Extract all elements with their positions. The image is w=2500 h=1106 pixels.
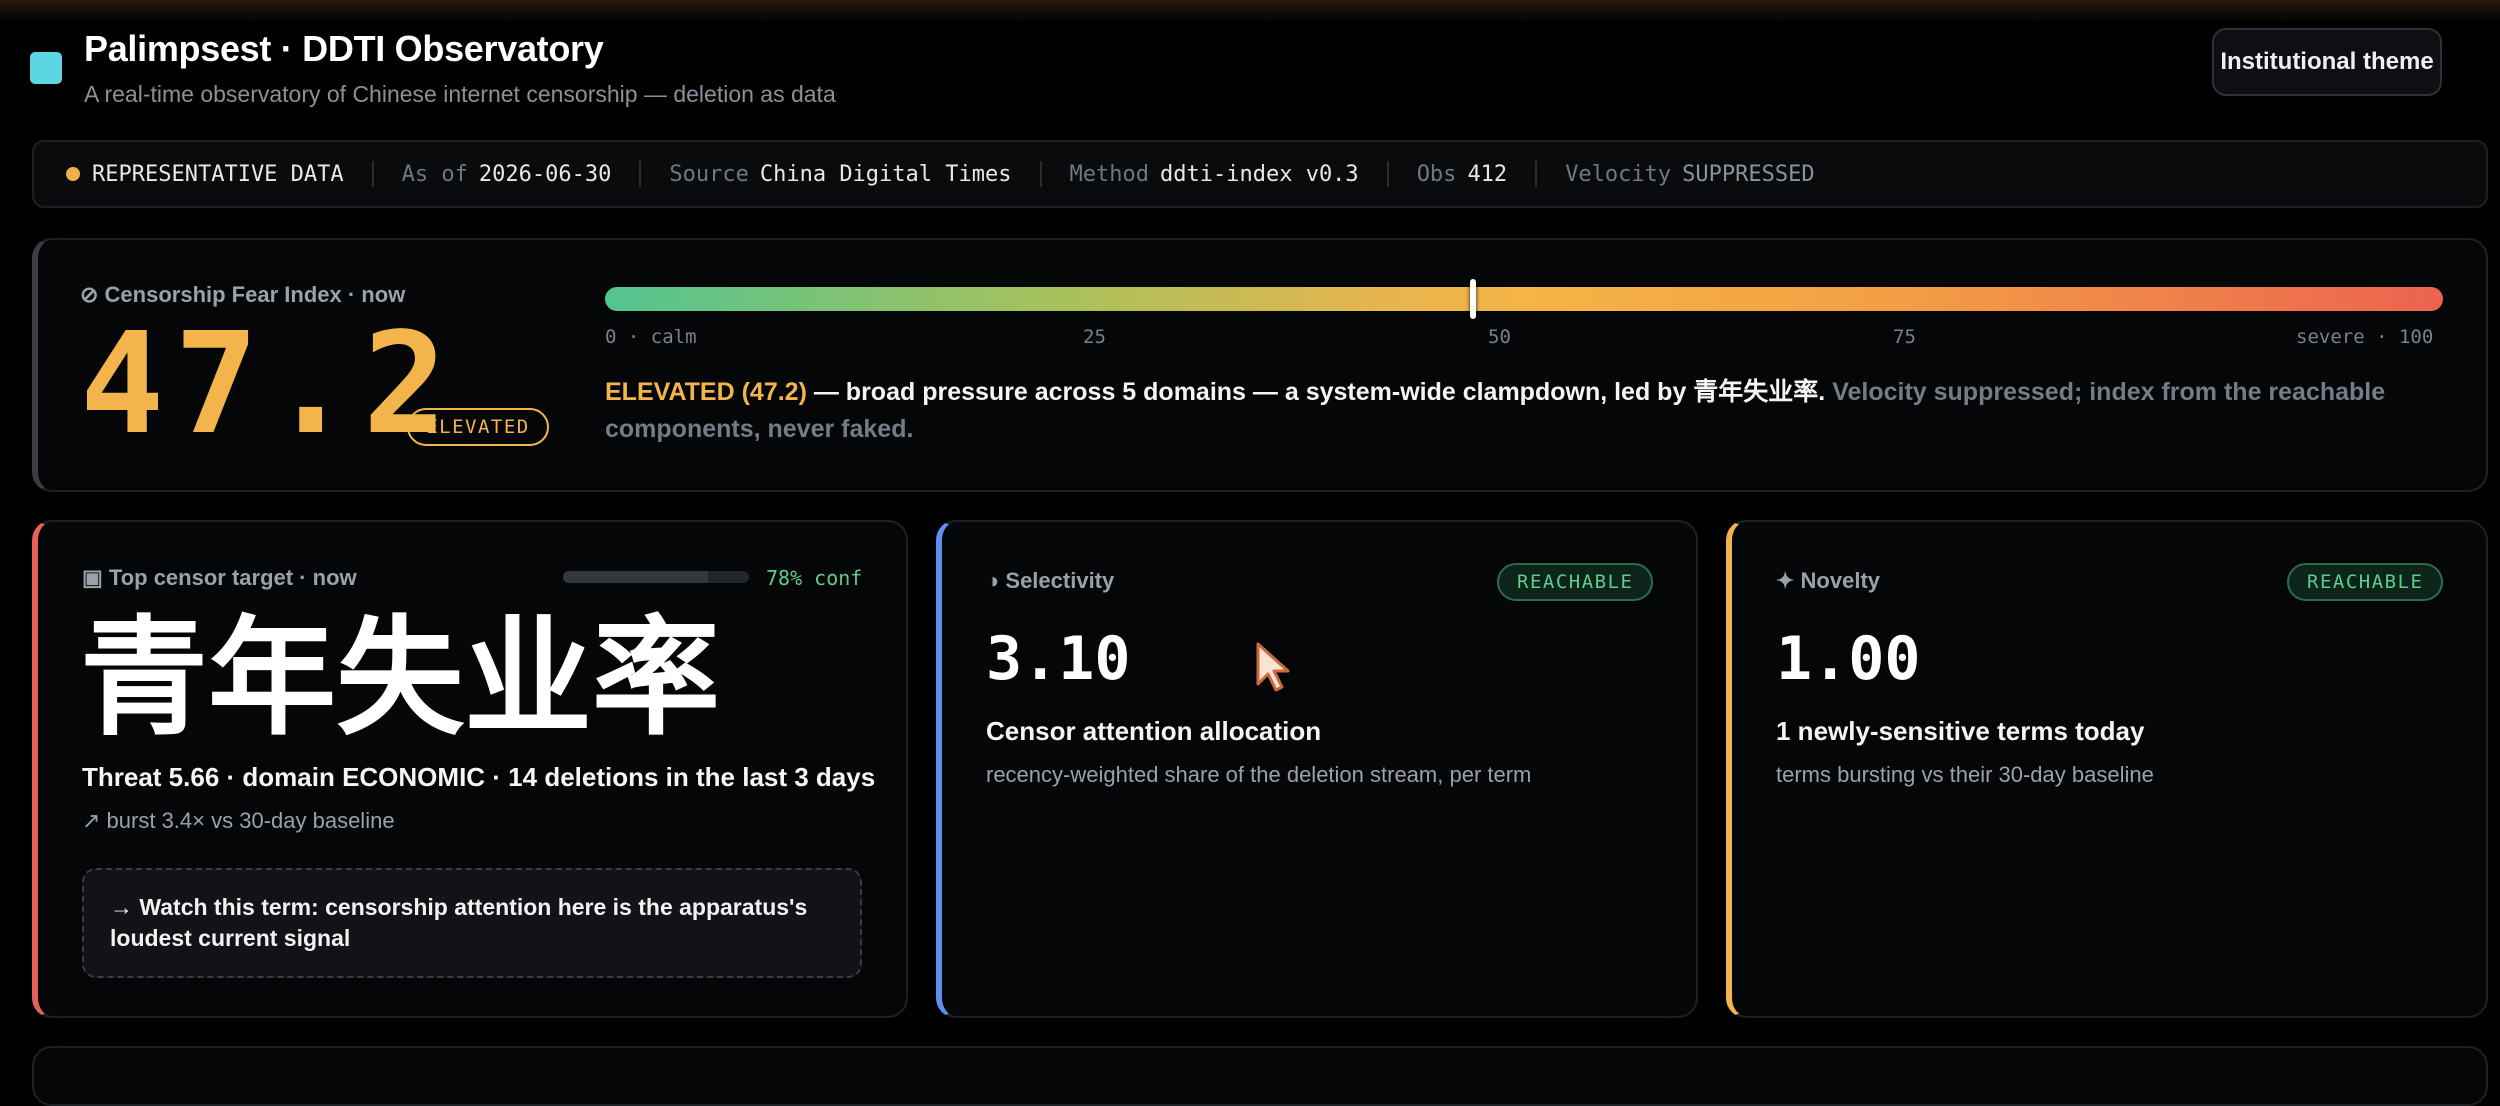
status-velocity: Velocity SUPPRESSED bbox=[1565, 162, 1814, 187]
gauge-tick-severe: severe · 100 bbox=[2296, 326, 2434, 348]
confidence-text: 78% conf bbox=[766, 566, 863, 590]
watch-callout: → Watch this term: censorship attention … bbox=[82, 868, 862, 978]
status-method: Method ddti-index v0.3 bbox=[1070, 162, 1359, 187]
representative-data-text: REPRESENTATIVE DATA bbox=[92, 161, 344, 187]
selectivity-description: recency-weighted share of the deletion s… bbox=[986, 762, 1532, 787]
page-title: Palimpsest · DDTI Observatory bbox=[84, 28, 604, 69]
selectivity-reachable-badge: REACHABLE bbox=[1497, 563, 1654, 601]
next-section-card bbox=[32, 1046, 2488, 1106]
top-target-label: ▣ Top censor target · now bbox=[82, 565, 357, 590]
fear-index-description: ELEVATED (47.2) — broad pressure across … bbox=[605, 374, 2435, 448]
page-subtitle: A real-time observatory of Chinese inter… bbox=[84, 81, 836, 107]
status-obs: Obs 412 bbox=[1417, 162, 1508, 187]
burst-line: ↗ burst 3.4× vs 30-day baseline bbox=[82, 808, 395, 833]
status-divider bbox=[639, 161, 642, 187]
threat-line: Threat 5.66 · domain ECONOMIC · 14 delet… bbox=[82, 762, 876, 792]
status-divider bbox=[371, 161, 374, 187]
top-target-term: 青年失业率 bbox=[80, 604, 721, 753]
confidence-bar-fill bbox=[563, 571, 709, 583]
method-label: Method bbox=[1069, 161, 1149, 187]
obs-value: 412 bbox=[1467, 161, 1508, 187]
status-divider bbox=[1386, 161, 1389, 187]
novelty-reachable-badge: REACHABLE bbox=[2287, 563, 2444, 601]
status-divider bbox=[1535, 161, 1538, 187]
gauge-tick-75: 75 bbox=[1893, 326, 1916, 348]
source-value: China Digital Times bbox=[759, 161, 1012, 187]
novelty-description: terms bursting vs their 30-day baseline bbox=[1776, 762, 2154, 787]
fear-desc-main: — broad pressure across 5 domains — a sy… bbox=[806, 378, 1833, 406]
fear-desc-level: ELEVATED (47.2) bbox=[605, 378, 807, 406]
fear-gauge-marker bbox=[1469, 279, 1476, 319]
selectivity-label: ◑ Selectivity bbox=[986, 568, 1115, 593]
velocity-value: SUPPRESSED bbox=[1682, 161, 1815, 187]
fear-gauge bbox=[605, 279, 2443, 319]
status-bar: REPRESENTATIVE DATA As of 2026-06-30 Sou… bbox=[32, 140, 2488, 208]
gauge-tick-50: 50 bbox=[1488, 326, 1511, 348]
velocity-label: Velocity bbox=[1565, 161, 1672, 187]
status-divider bbox=[1039, 161, 1042, 187]
confidence-bar bbox=[563, 571, 749, 583]
selectivity-value: 3.10 bbox=[986, 624, 1131, 694]
novelty-title: 1 newly-sensitive terms today bbox=[1776, 716, 2145, 746]
source-label: Source bbox=[669, 161, 749, 187]
selectivity-title: Censor attention allocation bbox=[986, 716, 1322, 746]
representative-data-badge: REPRESENTATIVE DATA bbox=[66, 162, 344, 187]
novelty-value: 1.00 bbox=[1776, 624, 1921, 694]
theme-toggle-button[interactable]: Institutional theme bbox=[2212, 28, 2442, 96]
gauge-tick-25: 25 bbox=[1083, 326, 1106, 348]
gauge-tick-calm: 0 · calm bbox=[605, 326, 697, 348]
fear-index-value: 47.2 bbox=[80, 303, 458, 466]
as-of-value: 2026-06-30 bbox=[478, 161, 612, 187]
as-of-label: As of bbox=[401, 161, 468, 187]
status-source: Source China Digital Times bbox=[669, 162, 1011, 187]
obs-label: Obs bbox=[1416, 161, 1457, 187]
method-value: ddti-index v0.3 bbox=[1160, 161, 1359, 187]
fear-level-badge: ELEVATED bbox=[407, 408, 549, 446]
app-logo bbox=[30, 52, 62, 84]
top-glow bbox=[0, 0, 2500, 24]
status-as-of: As of 2026-06-30 bbox=[402, 162, 612, 187]
mouse-cursor-icon bbox=[1254, 640, 1294, 701]
status-dot-icon bbox=[66, 167, 80, 181]
novelty-label: ✦ Novelty bbox=[1776, 568, 1881, 593]
